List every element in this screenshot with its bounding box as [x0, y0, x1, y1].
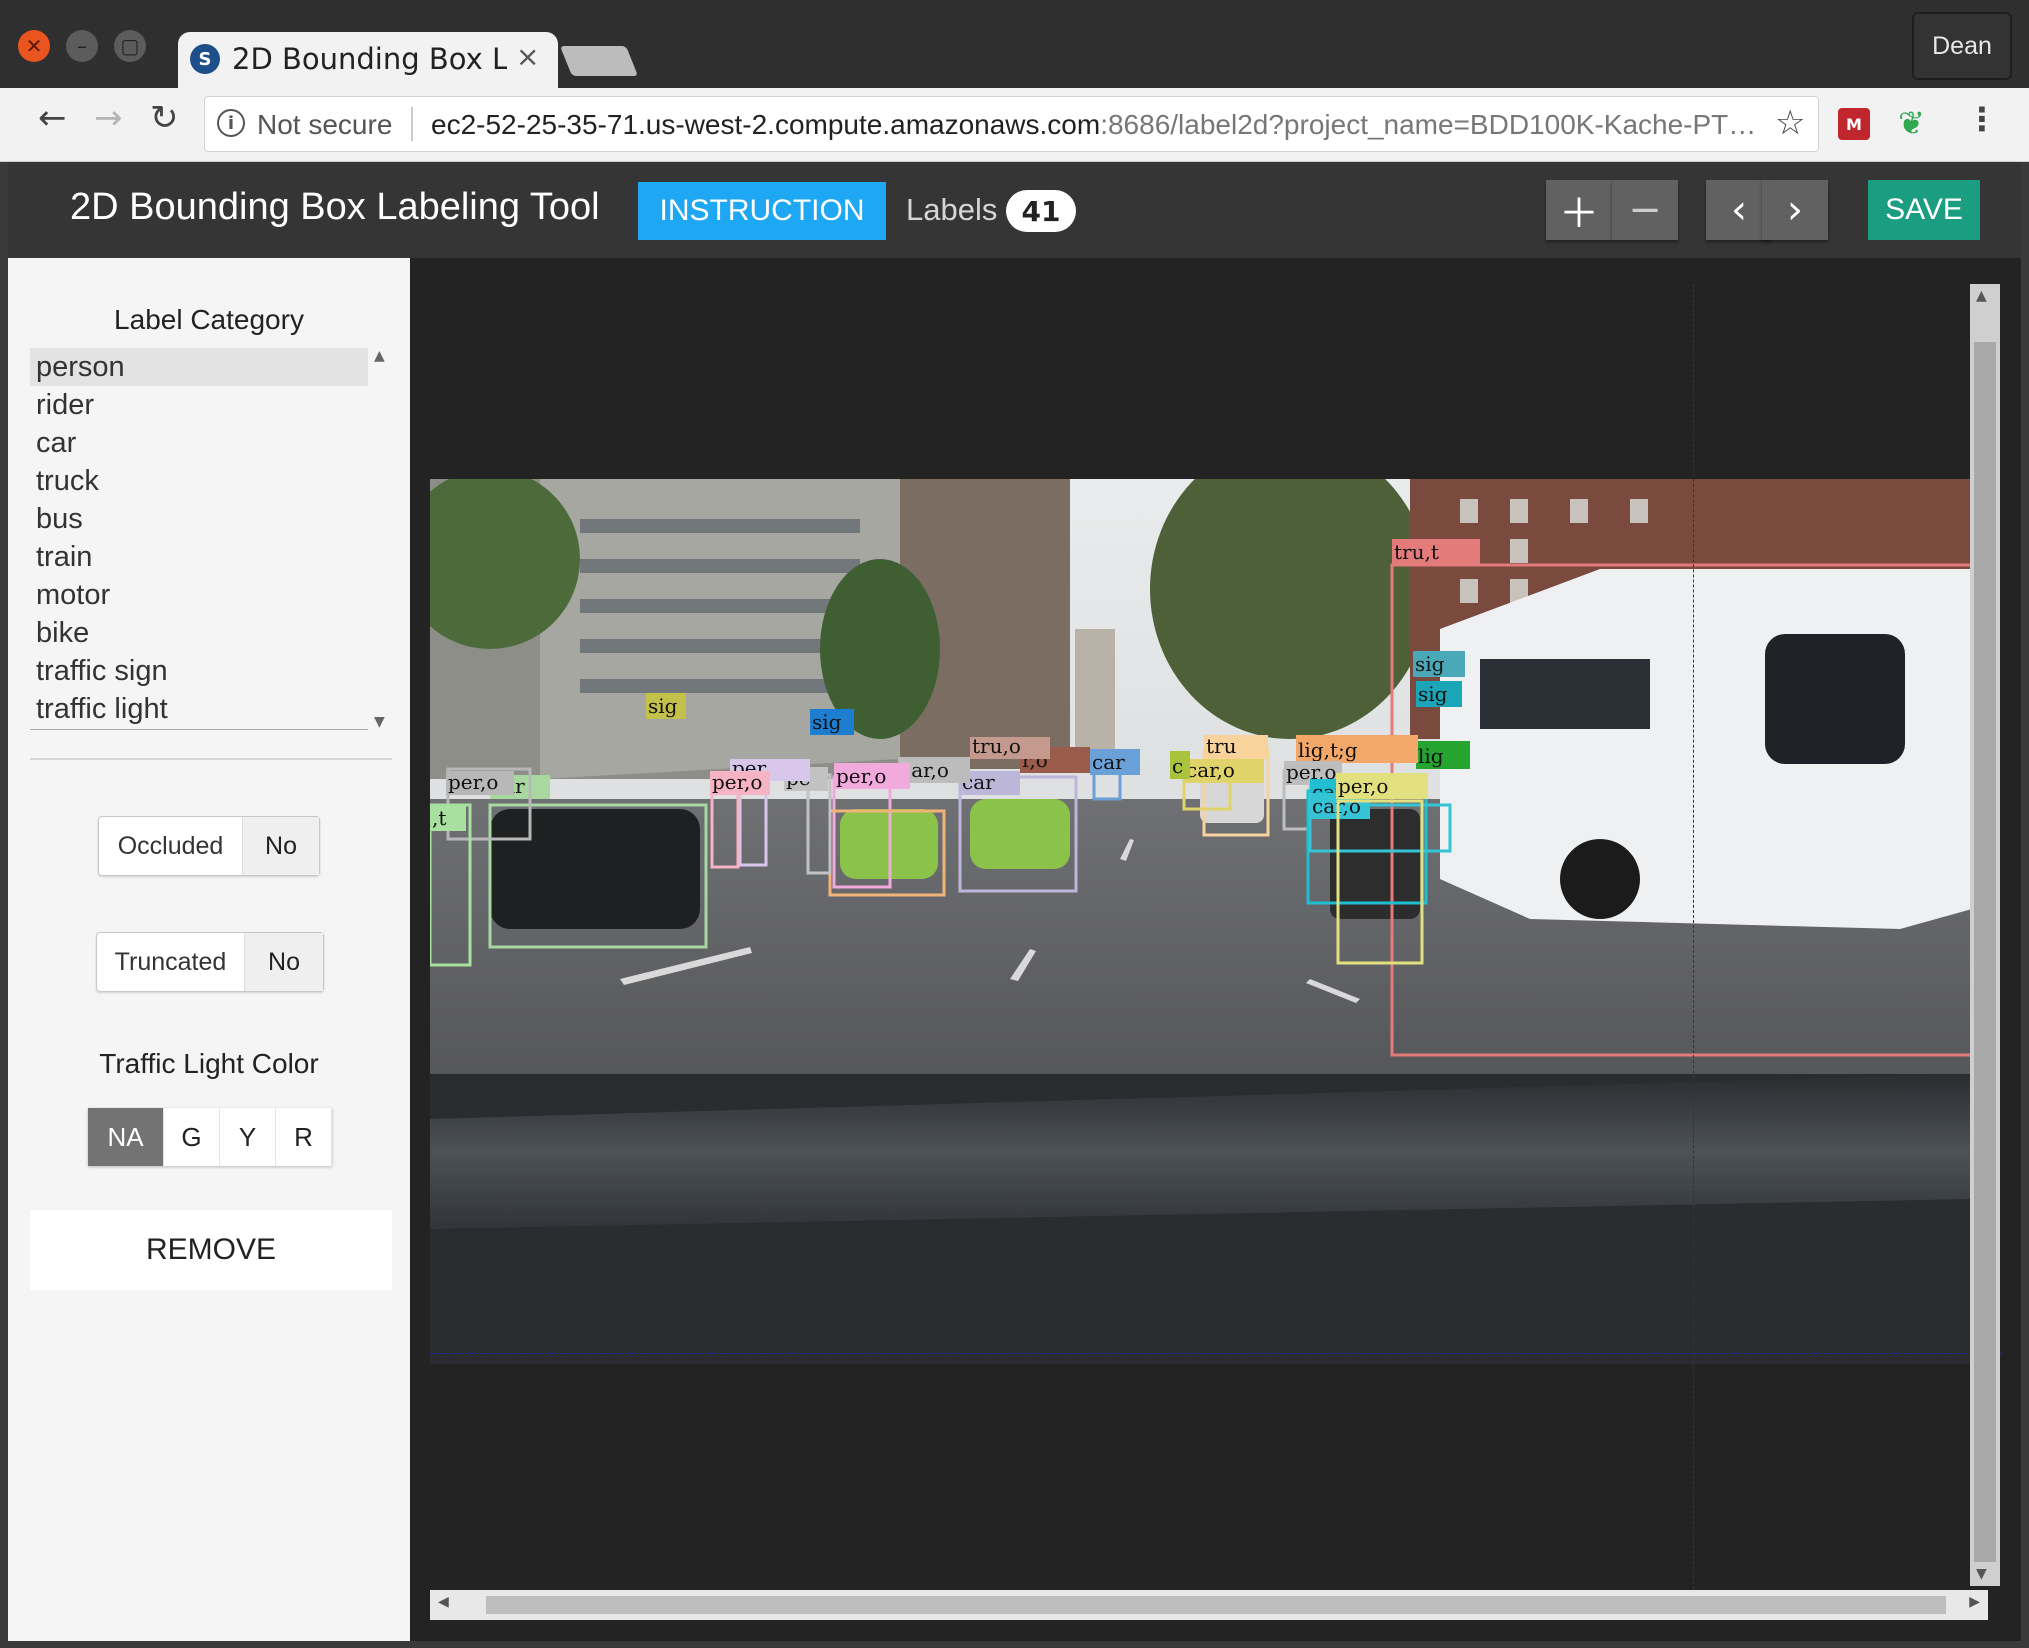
box-label-text: lig — [1418, 744, 1444, 768]
browser-tab[interactable]: S 2D Bounding Box La × — [178, 32, 558, 88]
favicon-icon: S — [190, 44, 220, 74]
labels-caption: Labels — [906, 192, 998, 227]
box-label-text: ,t — [432, 806, 446, 830]
horizontal-scroll-thumb[interactable] — [486, 1596, 1946, 1614]
box-label-text: lig,t;g — [1298, 738, 1358, 762]
reload-icon[interactable]: ↻ — [150, 98, 179, 138]
category-item-bike[interactable]: bike — [30, 614, 368, 652]
box-label-text: sig — [648, 694, 678, 718]
color-yellow-button[interactable]: Y — [220, 1108, 276, 1166]
box-label-text: tru — [1206, 734, 1237, 758]
tab-close-icon[interactable]: × — [516, 40, 539, 73]
save-button[interactable]: SAVE — [1868, 180, 1980, 240]
security-indicator[interactable]: Not secure — [257, 109, 392, 141]
zoom-in-button[interactable]: ＋ — [1546, 180, 1612, 240]
horizontal-scrollbar[interactable]: ◀ ▶ — [430, 1590, 1988, 1620]
box-label-text: per,o — [712, 770, 762, 794]
profile-button[interactable]: Dean — [1912, 12, 2012, 80]
crosshair-horizontal — [430, 1353, 2002, 1354]
address-bar[interactable]: i Not secure ec2-52-25-35-71.us-west-2.c… — [204, 96, 1819, 152]
scroll-left-icon[interactable]: ◀ — [438, 1594, 449, 1610]
category-item-car[interactable]: car — [30, 424, 368, 462]
category-item-traffic-sign[interactable]: traffic sign — [30, 652, 368, 690]
evernote-extension-icon[interactable]: ❦ — [1898, 104, 1932, 142]
new-tab-button[interactable] — [559, 46, 639, 76]
scroll-down-icon[interactable]: ▼ — [374, 714, 385, 730]
scroll-down-icon[interactable]: ▼ — [1976, 1566, 1987, 1582]
scroll-up-icon[interactable]: ▲ — [374, 348, 385, 364]
browser-titlebar: ✕ – ▢ S 2D Bounding Box La × Dean — [0, 0, 2029, 88]
forward-arrow-icon[interactable]: → — [94, 98, 123, 138]
next-image-button[interactable]: › — [1762, 180, 1828, 240]
labeling-canvas-area[interactable]: tru,t sig sig lig lig,t;g per,o car car,o per,o t… — [410, 258, 2021, 1641]
color-na-button[interactable]: NA — [88, 1108, 164, 1166]
box-label-text: tru,o — [972, 734, 1021, 758]
sidebar-divider — [30, 758, 392, 760]
vertical-scrollbar[interactable]: ▲ ▼ — [1970, 284, 2000, 1586]
info-icon[interactable]: i — [217, 109, 245, 137]
url-host: ec2-52-25-35-71.us-west-2.compute.amazon… — [431, 109, 1101, 140]
color-green-button[interactable]: G — [164, 1108, 220, 1166]
url-path: :8686/label2d?project_name=BDD100K-Kache… — [1100, 109, 1757, 140]
scene-canvas[interactable]: tru,tsigsigliglig,t;gper,ocarcar,oper,ot… — [430, 479, 1972, 1364]
category-item-train[interactable]: train — [30, 538, 368, 576]
traffic-light-color-heading: Traffic Light Color — [99, 1048, 319, 1079]
tab-title: 2D Bounding Box La — [232, 42, 507, 76]
category-item-person[interactable]: person — [30, 348, 368, 386]
zoom-out-button[interactable]: − — [1612, 180, 1678, 240]
app-header: 2D Bounding Box Labeling Tool INSTRUCTIO… — [8, 162, 2021, 258]
occluded-value[interactable]: No — [243, 817, 319, 875]
address-divider — [411, 107, 413, 141]
scroll-right-icon[interactable]: ▶ — [1969, 1594, 1980, 1610]
truncated-label: Truncated — [97, 933, 245, 991]
box-label-text: per,o — [1338, 774, 1388, 798]
occluded-toggle[interactable]: Occluded No — [98, 816, 320, 876]
window-maximize-icon[interactable]: ▢ — [114, 30, 146, 62]
scroll-up-icon[interactable]: ▲ — [1976, 288, 1987, 304]
window-close-icon[interactable]: ✕ — [18, 30, 50, 62]
category-item-motor[interactable]: motor — [30, 576, 368, 614]
category-item-rider[interactable]: rider — [30, 386, 368, 424]
category-item-traffic-light[interactable]: traffic light — [30, 690, 368, 728]
category-list[interactable]: person rider car truck bus train motor b… — [30, 348, 368, 730]
label-category-heading: Label Category — [114, 304, 304, 335]
box-label-text: sig — [1418, 682, 1448, 706]
truncated-toggle[interactable]: Truncated No — [96, 932, 324, 992]
extension-red-icon[interactable]: M — [1838, 108, 1870, 140]
remove-button[interactable]: REMOVE — [30, 1210, 392, 1290]
box-label-text: c — [1172, 754, 1183, 778]
back-arrow-icon[interactable]: ← — [38, 98, 67, 138]
instruction-button[interactable]: INSTRUCTION — [638, 182, 886, 240]
labels-count-badge: 41 — [1006, 190, 1076, 232]
box-label-text: sig — [1415, 652, 1445, 676]
box-label-text: car — [1092, 750, 1125, 774]
box-label-text: sig — [812, 710, 842, 734]
color-red-button[interactable]: R — [276, 1108, 332, 1166]
app-title: 2D Bounding Box Labeling Tool — [70, 186, 600, 228]
browser-menu-icon[interactable]: ⋮ — [1966, 100, 1998, 138]
category-item-truck[interactable]: truck — [30, 462, 368, 500]
box-label-text: tru,t — [1394, 540, 1439, 564]
street-scene-image[interactable]: tru,t sig sig lig lig,t;g per,o car car,o per,o t… — [430, 479, 1972, 1364]
window-minimize-icon[interactable]: – — [66, 30, 98, 62]
traffic-light-color-group: NA G Y R — [88, 1108, 332, 1166]
browser-toolbar: ← → ↻ i Not secure ec2-52-25-35-71.us-we… — [0, 88, 2029, 162]
crosshair-vertical — [1693, 284, 1694, 1614]
vertical-scroll-thumb[interactable] — [1974, 342, 1996, 1562]
category-item-bus[interactable]: bus — [30, 500, 368, 538]
category-scrollbar[interactable]: ▲ ▼ — [370, 348, 392, 730]
box-label-text: per,o — [448, 770, 498, 794]
bookmark-star-icon[interactable]: ☆ — [1775, 103, 1805, 143]
box-label-text: per,o — [836, 764, 886, 788]
box-label-text: car,o — [1186, 758, 1235, 782]
sidebar: Label Category person rider car truck bu… — [8, 258, 410, 1641]
url-text[interactable]: ec2-52-25-35-71.us-west-2.compute.amazon… — [431, 109, 1767, 141]
truncated-value[interactable]: No — [245, 933, 323, 991]
occluded-label: Occluded — [99, 817, 243, 875]
